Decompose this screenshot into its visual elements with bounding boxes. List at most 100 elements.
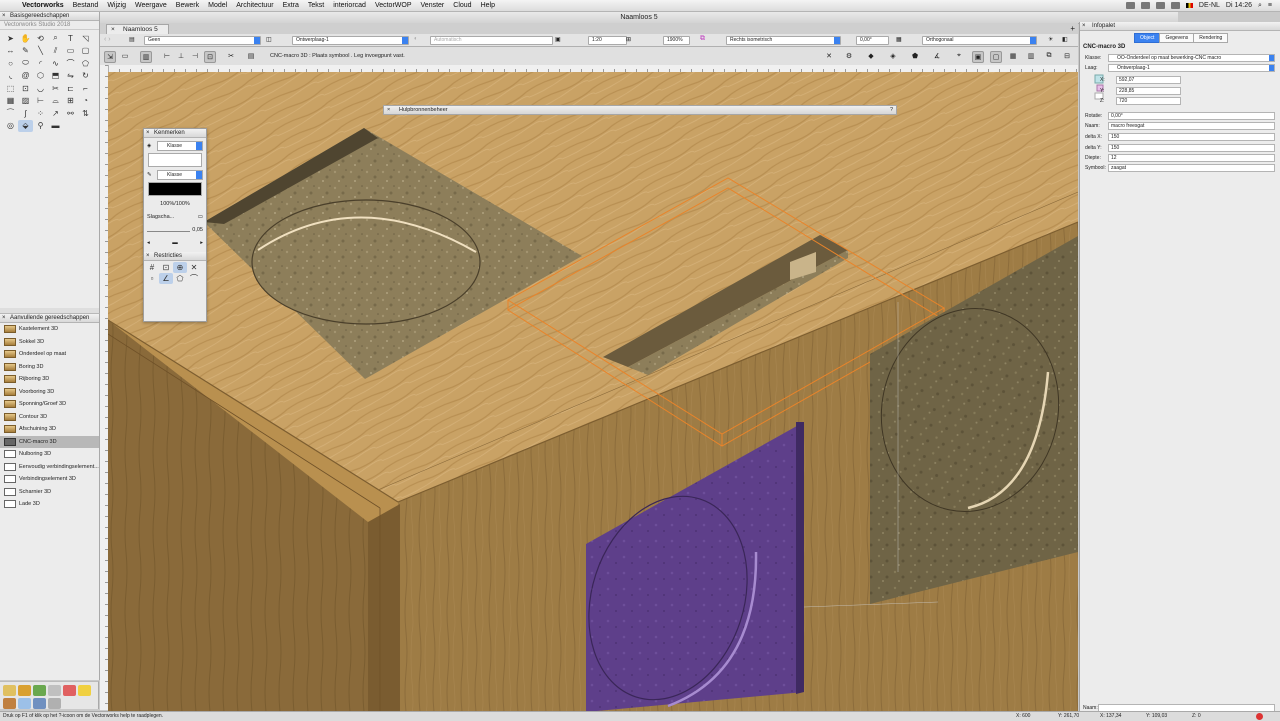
menu-model[interactable]: Model [208,2,227,9]
arc-length-tool-icon[interactable]: ⁀ [3,107,18,120]
freehand-tool-icon[interactable]: ∿ [48,57,63,70]
record-indicator-icon[interactable] [1256,713,1263,720]
line-tool-icon[interactable]: ╲ [33,45,48,58]
link-tool-icon[interactable]: ⚯ [63,107,78,120]
display-rulers-icon[interactable]: ▥ [1026,51,1036,61]
scale-field[interactable]: 1:20 [588,36,627,45]
menu-wijzig[interactable]: Wijzig [107,2,126,9]
search-icon[interactable]: ⌕ [1258,2,1262,10]
clock[interactable]: Di 14:26 [1226,2,1252,9]
connect-tool-icon[interactable]: ⊏ [63,82,78,95]
toolset-dims-icon[interactable] [18,685,31,696]
walkthrough-tool-icon[interactable]: ⚲ [33,120,48,133]
mirror-tool-icon[interactable]: ⇋ [63,70,78,83]
screen-tool-icon[interactable]: ▬ [48,120,63,133]
push-pull-tool-icon[interactable]: ⬒ [48,70,63,83]
snap-tangent-icon[interactable]: ⌒ [187,273,201,284]
tab-gegevens[interactable]: Gegevens [1159,33,1195,43]
fillet-tool-icon[interactable]: ◡ [33,82,48,95]
flag-icon[interactable] [1185,3,1193,8]
round-hole[interactable] [251,199,481,325]
double-line-tool-icon[interactable]: ⫽ [48,45,63,58]
snap-intersection-icon[interactable]: ⊕ [173,262,187,273]
text-tool-icon[interactable]: T [63,32,78,45]
snap-surface-icon[interactable]: ⬠ [173,273,187,284]
close-icon[interactable]: × [387,106,390,114]
polygon-tool-icon[interactable]: ⬠ [78,57,93,70]
polyline-tool-icon[interactable]: ⌒ [63,57,78,70]
pen-class-select[interactable]: Klasse [157,169,203,180]
nav-back-icon[interactable]: ‹ › [104,36,111,43]
render-mode-select[interactable]: Automatisch [430,36,553,45]
rotate-tool-icon[interactable]: ↻ [78,70,93,83]
toolset-building-icon[interactable] [33,685,46,696]
add-tab-icon[interactable]: + [1070,24,1075,33]
rectangle-tool-icon[interactable]: ▭ [63,45,78,58]
help-icon[interactable]: ? [890,106,893,114]
split-tool-icon[interactable]: ✂ [48,82,63,95]
snap-grid-icon[interactable]: # [145,262,159,273]
tab-object[interactable]: Object [1134,33,1161,43]
snap-settings-icon[interactable]: ⚙ [844,51,854,61]
camera-tool-icon[interactable]: ◎ [3,120,18,133]
regular-polygon-tool-icon[interactable]: ⬡ [33,70,48,83]
dimension-tool-icon[interactable]: ↔ [3,45,18,58]
close-icon[interactable]: × [1082,22,1086,30]
snap-point-icon[interactable]: ▫ [145,273,159,284]
tool-lade-3d[interactable]: Lade 3D [0,498,99,511]
snap-distance-icon[interactable]: ✕ [187,262,201,273]
toolset-visualization-icon[interactable] [63,685,76,696]
input-language[interactable]: DE-NL [1199,2,1220,9]
measure-tool-icon[interactable]: ⊢ [33,95,48,108]
tool-verbindingselement-3d[interactable]: Verbindingselement 3D [0,473,99,486]
display-grid-icon[interactable]: ▢ [990,51,1002,63]
callout-tool-icon[interactable]: ◹ [78,32,93,45]
tool-onderdeel-op-maat[interactable]: Onderdeel op maat [0,348,99,361]
snap-angle-icon[interactable]: ∡ [932,51,942,61]
delta-y-field[interactable]: 150 [1108,144,1275,152]
spiral-tool-icon[interactable]: @ [18,70,33,83]
x-field[interactable]: 592,07 [1116,76,1181,84]
toolset-connector-icon[interactable] [33,698,46,709]
layer-select[interactable]: Ontwerplaag-1 [292,36,409,45]
tool-voorboring-3d[interactable]: Voorboring 3D [0,386,99,399]
wall-tool-icon[interactable]: ⊞ [63,95,78,108]
menu-list-icon[interactable]: ≡ [1268,2,1272,9]
delta-x-field[interactable]: 150 [1108,133,1275,141]
menu-app[interactable]: Vectorworks [22,2,64,9]
view-options-icon[interactable]: ◧ [1062,36,1068,43]
tool-nulboring-3d[interactable]: Nulboring 3D [0,448,99,461]
symbol-select-icon[interactable]: ▤ [246,51,256,61]
tool-contour-3d[interactable]: Contour 3D [0,411,99,424]
zoom-field[interactable]: 1900% [663,36,690,45]
display-toggle-icon[interactable]: ▦ [1008,51,1018,61]
offset-tool-icon[interactable]: ⊡ [18,82,33,95]
menu-weergave[interactable]: Weergave [135,2,167,9]
quarter-arc-tool-icon[interactable]: ◟ [3,70,18,83]
screen-share-icon[interactable] [1125,2,1135,9]
tool-kastelement-3d[interactable]: Kastelement 3D [0,323,99,336]
attribute-mapping-tool-icon[interactable]: ▦ [3,95,18,108]
tool-scharnier-3d[interactable]: Scharnier 3D [0,486,99,499]
menu-bestand[interactable]: Bestand [73,2,99,9]
align-center-icon[interactable]: ⊥ [176,51,186,61]
fill-class-select[interactable]: Klasse [157,140,203,151]
snap-icon[interactable]: ✕ [824,51,834,61]
flyover-tool-icon[interactable]: ⟲ [33,32,48,45]
light-icon[interactable]: ☀ [1048,36,1053,43]
view-select[interactable]: Rechts isometrisch [726,36,841,45]
3d-scene[interactable] [108,72,1078,712]
close-icon[interactable]: × [2,12,6,20]
y-field[interactable]: 228,85 [1116,87,1181,95]
trim-tool-icon[interactable]: ⌐ [78,82,93,95]
opacity-row[interactable]: 100%/100% [147,198,203,209]
toolset-basic-icon[interactable] [3,685,16,696]
menu-bewerk[interactable]: Bewerk [176,2,199,9]
cnc-macro-tool-icon[interactable]: ⬙ [18,119,33,132]
display-layers-icon[interactable]: ⊟ [1062,51,1072,61]
flip-tool-icon[interactable]: ⇅ [78,107,93,120]
menu-tekst[interactable]: Tekst [308,2,324,9]
hatch-tool-icon[interactable]: ▨ [18,95,33,108]
menu-extra[interactable]: Extra [283,2,299,9]
tool-sponning-groef-3d[interactable]: Sponning/Groef 3D [0,398,99,411]
